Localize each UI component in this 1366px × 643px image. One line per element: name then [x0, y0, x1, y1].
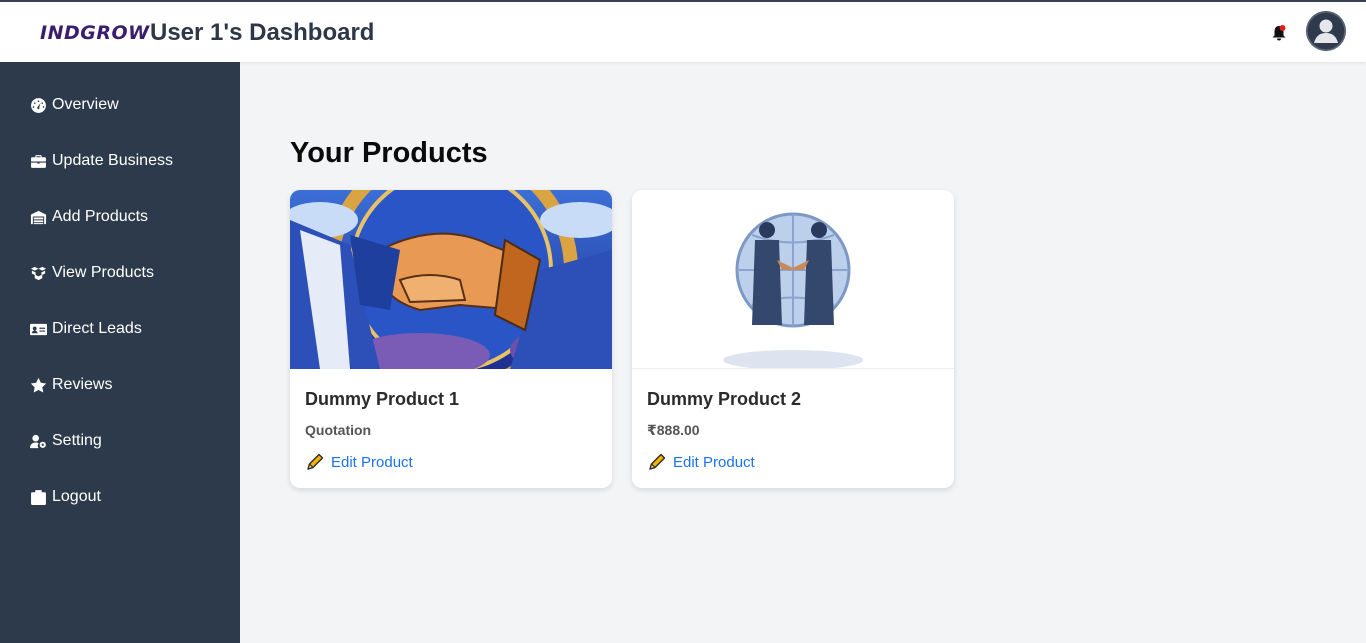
star-icon: [30, 377, 47, 393]
logout-icon: [31, 489, 46, 505]
products-heading: Your Products: [290, 137, 488, 169]
edit-product-link[interactable]: Edit Product: [647, 452, 755, 472]
id-card-icon: [30, 323, 47, 335]
indgrow-globe-handshake-image: [632, 190, 954, 369]
top-header: INDGROW User 1's Dashboard: [0, 2, 1366, 62]
edit-product-label: Edit Product: [673, 453, 755, 471]
product-price: Quotation: [305, 422, 372, 438]
sidebar-item-label: Overview: [52, 96, 119, 113]
dashboard-icon: [31, 97, 46, 113]
indgrow-logo[interactable]: INDGROW: [40, 22, 150, 44]
product-card: Dummy Product 1 Quotation Edit Product: [290, 190, 612, 488]
sidebar-item-label: Update Business: [52, 152, 173, 169]
boxes-icon: [30, 266, 47, 280]
main-content: Your Products Dummy Product 1 Quotation …: [240, 62, 1366, 643]
handshake-stained-glass-image: [290, 190, 612, 369]
warehouse-icon: [30, 210, 47, 224]
sidebar-item-overview[interactable]: Overview: [30, 93, 119, 117]
sidebar-item-logout[interactable]: Logout: [30, 485, 101, 509]
sidebar-item-label: Direct Leads: [52, 320, 142, 337]
briefcase-icon: [31, 154, 46, 168]
sidebar-item-label: Add Products: [52, 208, 149, 225]
sidebar-item-update-business[interactable]: Update Business: [30, 149, 173, 173]
sidebar-item-view-products[interactable]: View Products: [30, 261, 154, 285]
bell-icon[interactable]: [1270, 24, 1288, 42]
sidebar-item-label: View Products: [52, 264, 154, 281]
page-heading: User 1's Dashboard: [150, 19, 375, 46]
product-name: Dummy Product 2: [647, 389, 802, 409]
sidebar-item-add-products[interactable]: Add Products: [30, 205, 148, 229]
user-gear-icon: [30, 434, 46, 448]
product-price: ₹888.00: [647, 422, 700, 438]
sidebar: Overview Update Business Add Products Vi…: [0, 62, 240, 643]
product-card: Dummy Product 2 ₹888.00 Edit Product: [632, 190, 954, 488]
sidebar-item-label: Setting: [52, 432, 102, 449]
edit-product-label: Edit Product: [331, 453, 413, 471]
product-name: Dummy Product 1: [305, 389, 460, 409]
pencil-icon: [649, 453, 666, 470]
sidebar-item-label: Reviews: [52, 376, 113, 393]
sidebar-item-direct-leads[interactable]: Direct Leads: [30, 317, 142, 341]
edit-product-link[interactable]: Edit Product: [305, 452, 413, 472]
sidebar-item-reviews[interactable]: Reviews: [30, 373, 112, 397]
pencil-icon: [307, 453, 324, 470]
user-avatar-icon[interactable]: [1306, 11, 1346, 51]
sidebar-item-label: Logout: [52, 488, 101, 505]
sidebar-item-setting[interactable]: Setting: [30, 429, 102, 453]
